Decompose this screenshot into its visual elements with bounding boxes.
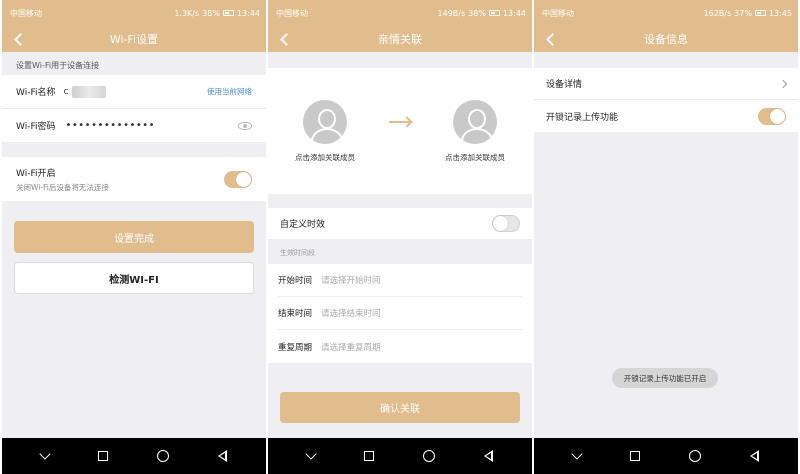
period-section-label: 生效时间段 — [280, 249, 315, 257]
avatar-icon — [453, 99, 497, 144]
clock: 13:45 — [768, 8, 792, 18]
wifi-password-row[interactable]: Wi-Fi密码 •••••••••••••• — [2, 109, 266, 143]
battery-percent: 38% — [202, 8, 220, 18]
wifi-password-label: Wi-Fi密码 — [16, 122, 56, 132]
wifi-name-value[interactable]: c — [63, 87, 68, 97]
use-current-network-link[interactable]: 使用当前网络 — [207, 86, 252, 97]
wifi-name-row[interactable]: Wi-Fi名称 c 使用当前网络 — [2, 75, 266, 109]
back-arrow-icon[interactable] — [278, 32, 292, 46]
start-time-label: 开始时间 — [278, 276, 313, 286]
battery-icon — [488, 10, 500, 16]
recents-icon[interactable] — [363, 451, 374, 461]
device-details-label: 设备详情 — [546, 80, 583, 90]
back-arrow-icon[interactable] — [544, 32, 558, 46]
chevron-down-icon[interactable] — [570, 448, 583, 460]
unlock-upload-toggle[interactable] — [758, 107, 786, 125]
eye-icon[interactable] — [238, 121, 252, 130]
repeat-row[interactable]: 重复周期 请选择重复周期 — [278, 330, 522, 363]
system-nav-bar — [2, 438, 266, 474]
network-speed: 162B/s — [703, 8, 732, 18]
add-member-right[interactable]: 点击添加关联成员 — [445, 99, 505, 163]
battery-percent: 38% — [468, 8, 486, 18]
arrow-right-icon — [389, 121, 411, 123]
battery-icon — [754, 10, 766, 16]
page-title: 亲情关联 — [378, 33, 422, 46]
toast-message: 开锁记录上传功能已开启 — [612, 368, 718, 388]
wifi-enable-row: Wi-Fi开启 关闭Wi-Fi后设备将无法连接 — [2, 157, 266, 201]
member-card: 点击添加关联成员 点击添加关联成员 — [268, 68, 532, 194]
system-nav-bar — [268, 438, 532, 474]
add-member-label: 点击添加关联成员 — [295, 152, 355, 162]
carrier-label: 中国移动 — [542, 8, 574, 18]
wifi-enable-toggle[interactable] — [224, 170, 252, 188]
section-label: 设置Wi-Fi用于设备连接 — [16, 61, 100, 70]
network-speed: 1.3K/s — [174, 8, 200, 18]
end-time-label: 结束时间 — [278, 309, 313, 319]
confirm-association-button[interactable]: 确认关联 — [280, 392, 520, 423]
page-title: 设备信息 — [644, 33, 688, 46]
check-wifi-button[interactable]: 检测WI-FI — [14, 262, 254, 294]
title-bar: 设备信息 — [534, 26, 798, 52]
custom-time-label: 自定义时效 — [280, 220, 326, 230]
back-triangle-icon[interactable] — [484, 450, 494, 462]
screenshot-collage: 中国移动 1.3K/s 38% 13:44 Wi-Fi设置 设置Wi-Fi用于设… — [0, 0, 800, 474]
battery-percent: 37% — [734, 8, 752, 18]
add-member-left[interactable]: 点击添加关联成员 — [295, 99, 355, 163]
device-details-row[interactable]: 设备详情 — [534, 68, 798, 100]
wifi-password-field[interactable]: •••••••••••••• — [65, 120, 155, 131]
repeat-placeholder: 请选择重复周期 — [321, 342, 381, 353]
chevron-right-icon — [778, 79, 788, 88]
phone-device-info: 中国移动 162B/s 37% 13:45 设备信息 设备详情 开锁记录上传功能… — [534, 0, 798, 474]
custom-time-toggle[interactable] — [492, 215, 520, 232]
period-fields: 开始时间 请选择开始时间 结束时间 请选择结束时间 重复周期 请选择重复周期 — [268, 264, 532, 363]
clock: 13:44 — [502, 8, 526, 18]
end-time-row[interactable]: 结束时间 请选择结束时间 — [278, 297, 522, 330]
back-arrow-icon[interactable] — [12, 32, 26, 46]
setup-done-button[interactable]: 设置完成 — [14, 221, 254, 253]
redacted-blur — [72, 85, 107, 98]
back-triangle-icon[interactable] — [218, 450, 228, 462]
recents-icon[interactable] — [629, 451, 640, 461]
start-time-placeholder: 请选择开始时间 — [321, 276, 381, 286]
back-triangle-icon[interactable] — [750, 450, 760, 462]
add-member-label: 点击添加关联成员 — [445, 152, 505, 162]
end-time-placeholder: 请选择结束时间 — [321, 309, 381, 319]
status-bar: 中国移动 1.3K/s 38% 13:44 — [2, 0, 266, 26]
title-bar: 亲情关联 — [268, 26, 532, 52]
repeat-label: 重复周期 — [278, 342, 313, 353]
wifi-enable-hint: 关闭Wi-Fi后设备将无法连接 — [16, 182, 109, 192]
chevron-down-icon[interactable] — [304, 448, 317, 460]
chevron-down-icon[interactable] — [38, 448, 51, 460]
phone-wifi-settings: 中国移动 1.3K/s 38% 13:44 Wi-Fi设置 设置Wi-Fi用于设… — [2, 0, 266, 474]
home-icon[interactable] — [423, 450, 436, 462]
carrier-label: 中国移动 — [10, 8, 42, 18]
unlock-upload-row: 开锁记录上传功能 — [534, 100, 798, 132]
title-bar: Wi-Fi设置 — [2, 26, 266, 52]
recents-icon[interactable] — [97, 451, 108, 461]
clock: 13:44 — [236, 8, 260, 18]
home-icon[interactable] — [157, 450, 170, 462]
page-title: Wi-Fi设置 — [109, 33, 159, 46]
avatar-icon — [303, 99, 347, 144]
status-bar: 中国移动 162B/s 37% 13:45 — [534, 0, 798, 26]
home-icon[interactable] — [689, 450, 702, 462]
start-time-row[interactable]: 开始时间 请选择开始时间 — [278, 264, 522, 297]
status-bar: 中国移动 149B/s 38% 13:44 — [268, 0, 532, 26]
carrier-label: 中国移动 — [276, 8, 308, 18]
phone-family-association: 中国移动 149B/s 38% 13:44 亲情关联 点击添加关联成员 点击添加… — [268, 0, 532, 474]
unlock-upload-label: 开锁记录上传功能 — [546, 112, 619, 123]
system-nav-bar — [534, 438, 798, 474]
network-speed: 149B/s — [437, 8, 466, 18]
battery-icon — [222, 10, 234, 16]
wifi-name-label: Wi-Fi名称 — [16, 88, 56, 98]
custom-time-row: 自定义时效 — [268, 208, 532, 240]
wifi-enable-label: Wi-Fi开启 — [16, 168, 56, 179]
